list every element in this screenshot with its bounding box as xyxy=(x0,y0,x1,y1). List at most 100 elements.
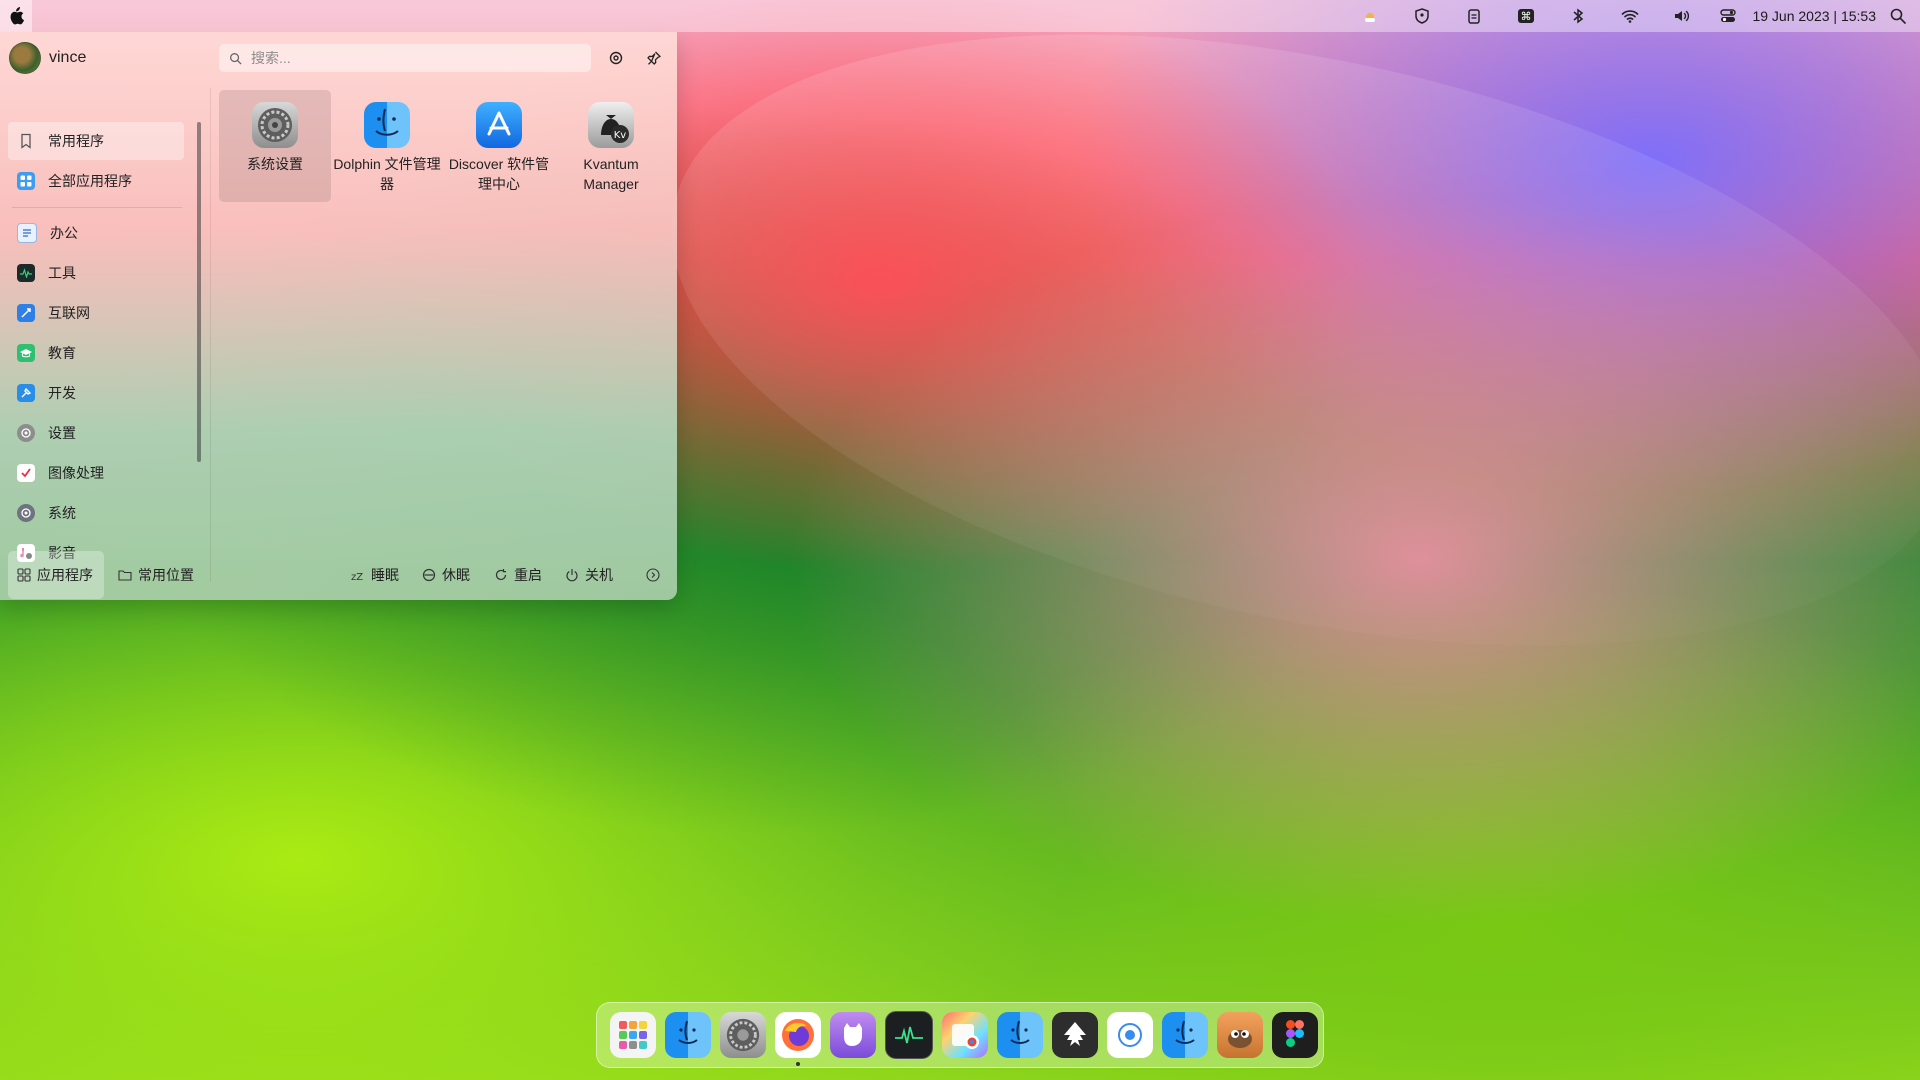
configure-button[interactable] xyxy=(604,46,628,70)
top-menu-bar: ⌘ 19 Jun 2023 | 15:53 xyxy=(0,0,1920,32)
restart-icon xyxy=(495,569,507,581)
restart-button[interactable]: 重启 xyxy=(488,551,548,599)
sidebar-item-label: 系统 xyxy=(48,505,76,521)
shutdown-label: 关机 xyxy=(585,567,613,583)
sidebar-item-label: 工具 xyxy=(48,265,76,281)
more-options-button[interactable] xyxy=(640,551,666,599)
kvantum-icon: Kv xyxy=(588,102,634,148)
svg-text:zZ: zZ xyxy=(351,572,363,582)
app-tile-dolphin[interactable]: Dolphin 文件管理器 xyxy=(331,90,443,202)
clock[interactable]: 19 Jun 2023 | 15:53 xyxy=(1748,8,1884,24)
shutdown-button[interactable]: 关机 xyxy=(559,551,619,599)
sidebar-item-label: 图像处理 xyxy=(48,465,104,481)
sidebar-item-label: 办公 xyxy=(50,225,78,241)
sidebar-item-label: 开发 xyxy=(48,385,76,401)
settings-icon xyxy=(17,424,35,442)
system-settings-icon[interactable] xyxy=(720,1012,766,1058)
system-monitor-icon[interactable] xyxy=(885,1011,933,1059)
app-tile-kvantum[interactable]: Kv Kvantum Manager xyxy=(555,90,667,202)
places-tab[interactable]: 常用位置 xyxy=(112,551,200,599)
restart-label: 重启 xyxy=(514,567,542,583)
finder-icon[interactable] xyxy=(1162,1012,1208,1058)
finder-icon[interactable] xyxy=(665,1012,711,1058)
internet-icon xyxy=(17,304,35,322)
places-tab-label: 常用位置 xyxy=(138,567,194,583)
avatar[interactable] xyxy=(9,42,41,74)
username: vince xyxy=(49,49,87,66)
app-label: Discover 软件管理中心 xyxy=(448,156,550,192)
discover-icon xyxy=(476,102,522,148)
app-label: 系统设置 xyxy=(247,156,303,172)
application-launcher: vince 常用程序 全部应用程序 办公 工具 xyxy=(0,32,677,600)
panel-separator xyxy=(210,88,211,582)
sleep-icon: zZ xyxy=(351,572,363,582)
clipboard-icon[interactable] xyxy=(1448,0,1500,32)
shield-icon[interactable] xyxy=(1396,0,1448,32)
tools-icon xyxy=(17,264,35,282)
sidebar-item-label: 全部应用程序 xyxy=(48,173,132,189)
sidebar-item-favorites[interactable]: 常用程序 xyxy=(8,122,184,160)
app-tile-discover[interactable]: Discover 软件管理中心 xyxy=(443,90,555,202)
graphics-icon xyxy=(17,464,35,482)
app-launcher-icon[interactable] xyxy=(610,1012,656,1058)
hibernate-icon xyxy=(422,568,436,582)
app-tile-system-settings[interactable]: 系统设置 xyxy=(219,90,331,202)
power-icon xyxy=(566,569,578,582)
command-icon[interactable]: ⌘ xyxy=(1500,0,1552,32)
figma-icon[interactable] xyxy=(1272,1012,1318,1058)
sidebar-item-graphics[interactable]: 图像处理 xyxy=(8,454,184,492)
browser-icon[interactable] xyxy=(1107,1012,1153,1058)
sleep-button[interactable]: zZ 睡眠 xyxy=(345,551,405,599)
bookmark-icon xyxy=(17,132,35,150)
sidebar-item-all-apps[interactable]: 全部应用程序 xyxy=(8,162,184,200)
finder-icon[interactable] xyxy=(997,1012,1043,1058)
control-center-icon[interactable] xyxy=(1708,0,1748,32)
sidebar-item-settings[interactable]: 设置 xyxy=(8,414,184,452)
wifi-icon[interactable] xyxy=(1604,0,1656,32)
launcher-header: vince xyxy=(0,32,677,84)
settings-icon xyxy=(609,51,623,65)
dock xyxy=(596,1002,1324,1068)
chevron-right-icon xyxy=(646,568,660,582)
education-icon xyxy=(17,344,35,362)
github-icon[interactable] xyxy=(830,1012,876,1058)
dolphin-icon xyxy=(364,102,410,148)
app-label: Kvantum Manager xyxy=(583,156,639,192)
grid-icon xyxy=(17,568,31,582)
search-box[interactable] xyxy=(219,44,591,72)
running-indicator xyxy=(796,1062,800,1066)
svg-text:Kv: Kv xyxy=(614,130,627,141)
sidebar-item-label: 教育 xyxy=(48,345,76,361)
sidebar-item-label: 设置 xyxy=(48,425,76,441)
office-icon xyxy=(17,223,37,243)
sidebar-scrollbar[interactable] xyxy=(197,122,201,462)
sidebar-item-system[interactable]: 系统 xyxy=(8,494,184,532)
launcher-footer: 应用程序 常用位置 zZ 睡眠 休眠 重启 关机 xyxy=(0,550,677,600)
sidebar-item-office[interactable]: 办公 xyxy=(8,214,184,252)
sidebar-item-education[interactable]: 教育 xyxy=(8,334,184,372)
pin-icon xyxy=(647,51,661,65)
inkscape-icon[interactable] xyxy=(1052,1012,1098,1058)
image-viewer-icon[interactable] xyxy=(942,1012,988,1058)
apple-menu-button[interactable] xyxy=(0,0,32,32)
firefox-icon[interactable] xyxy=(775,1012,821,1066)
category-sidebar: 常用程序 全部应用程序 办公 工具 互联网 教育 开发 设置 图像处理 系统 影… xyxy=(0,88,192,582)
sidebar-item-development[interactable]: 开发 xyxy=(8,374,184,412)
hibernate-button[interactable]: 休眠 xyxy=(416,551,476,599)
sidebar-item-internet[interactable]: 互联网 xyxy=(8,294,184,332)
development-icon xyxy=(17,384,35,402)
search-input[interactable] xyxy=(249,49,583,67)
sleep-label: 睡眠 xyxy=(371,567,399,583)
gimp-icon[interactable] xyxy=(1217,1012,1263,1058)
applications-tab[interactable]: 应用程序 xyxy=(8,551,104,599)
weather-icon[interactable] xyxy=(1344,0,1396,32)
pin-button[interactable] xyxy=(642,46,666,70)
volume-icon[interactable] xyxy=(1656,0,1708,32)
sidebar-divider xyxy=(12,207,182,208)
applications-tab-label: 应用程序 xyxy=(37,567,93,583)
system-icon xyxy=(17,504,35,522)
sidebar-item-tools[interactable]: 工具 xyxy=(8,254,184,292)
search-icon[interactable] xyxy=(1884,0,1912,32)
bluetooth-icon[interactable] xyxy=(1552,0,1604,32)
app-label: Dolphin 文件管理器 xyxy=(333,156,441,192)
